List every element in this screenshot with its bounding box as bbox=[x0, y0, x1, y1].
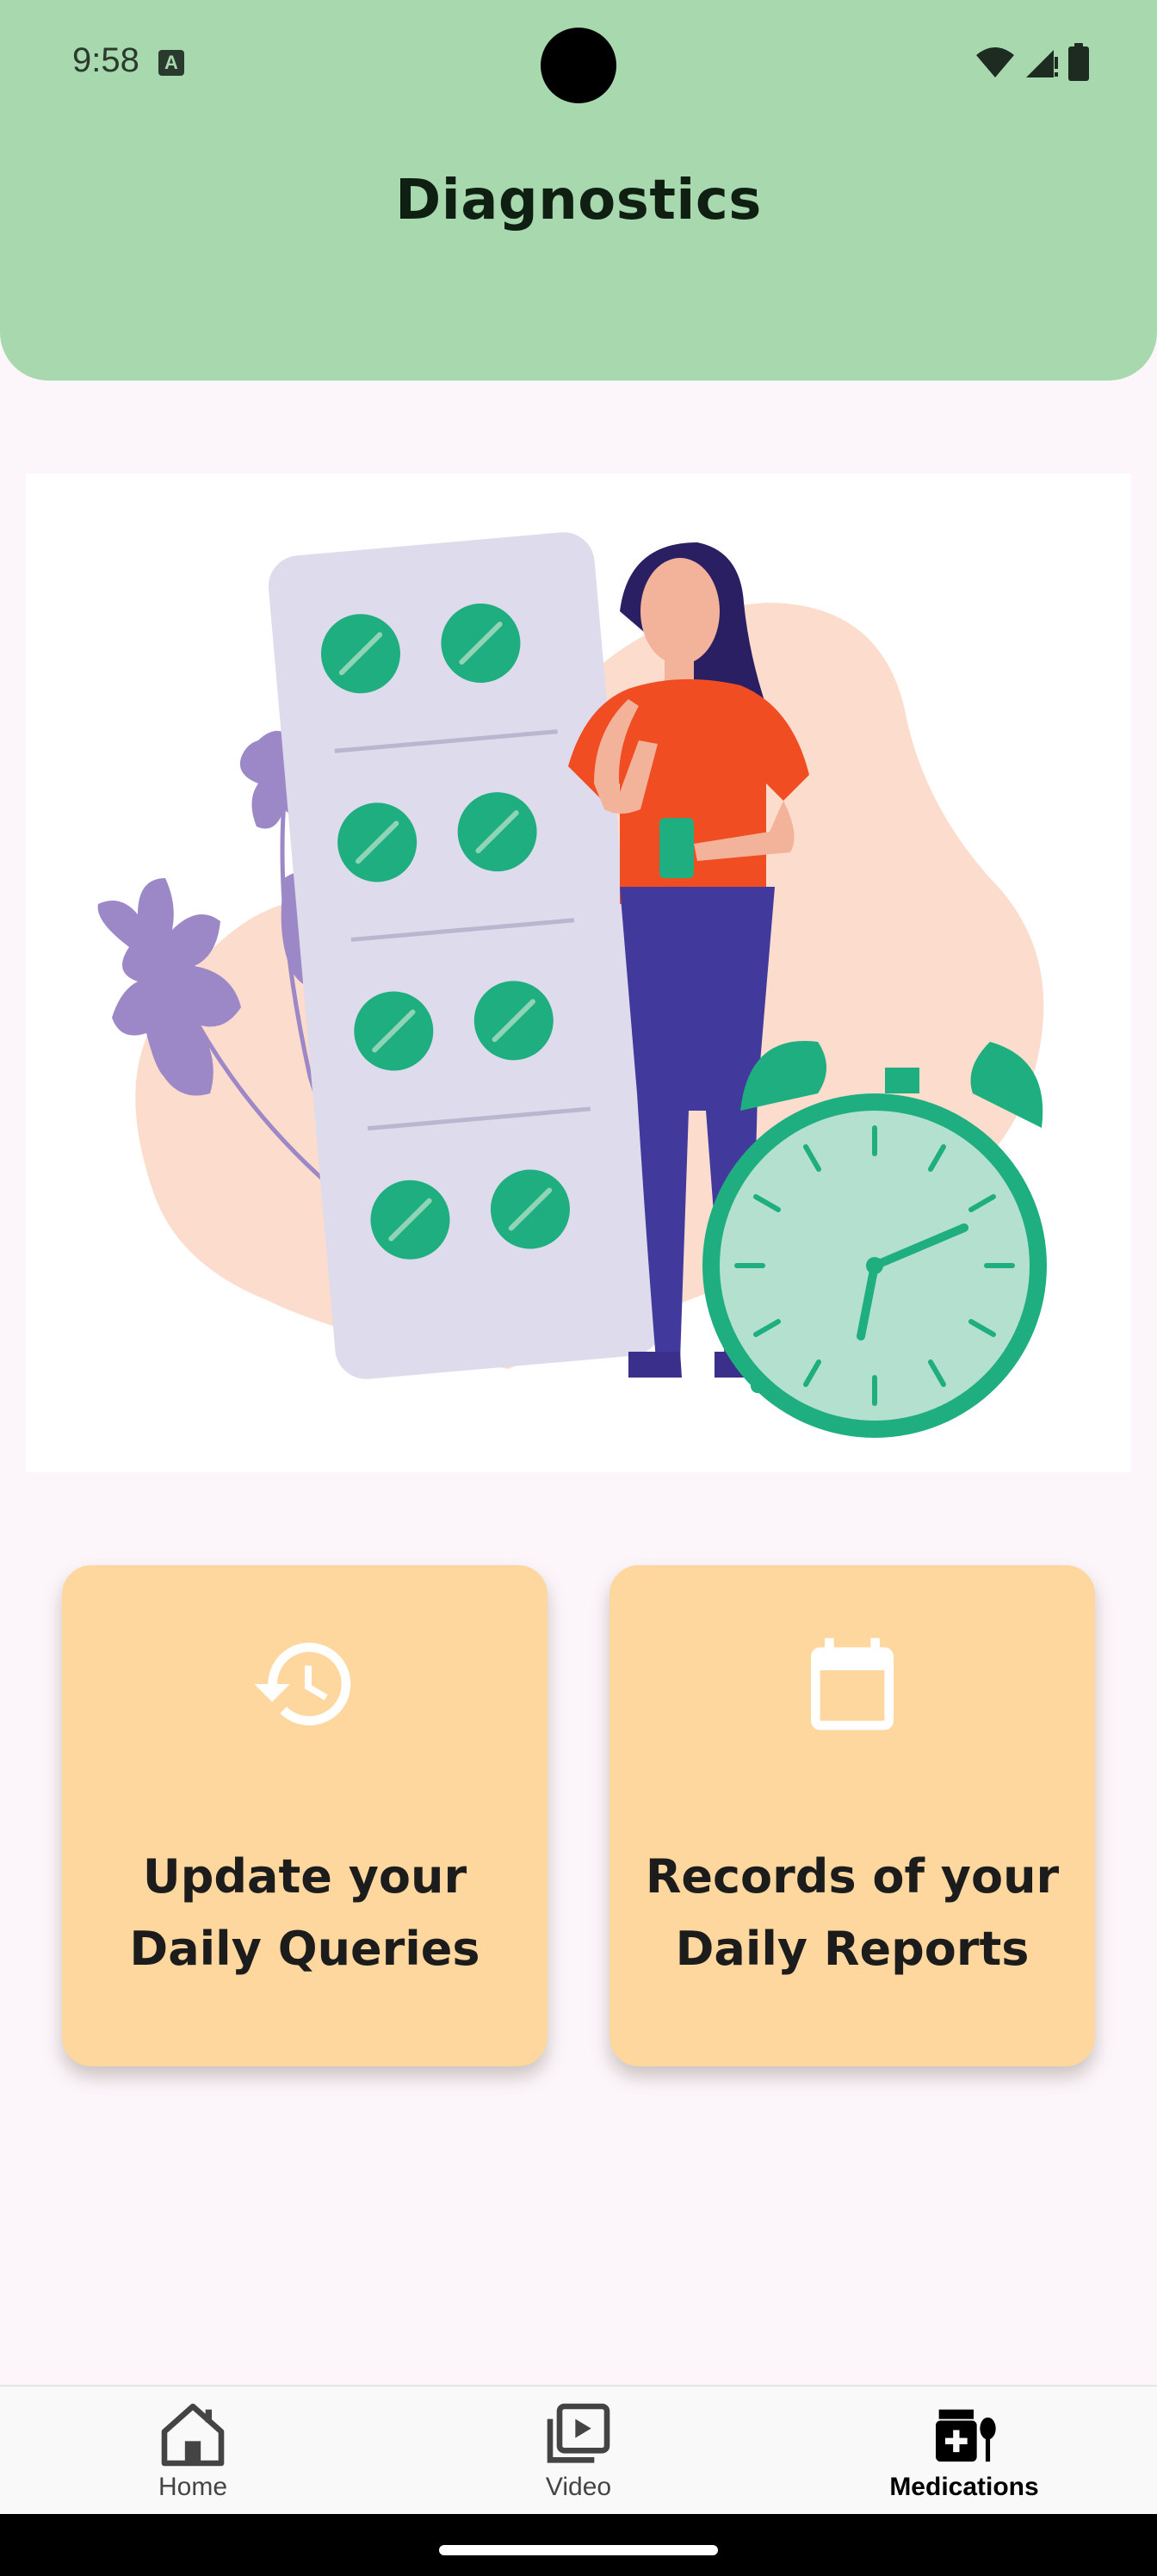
medication-illustration bbox=[26, 474, 1131, 1472]
nav-label-home: Home bbox=[158, 2473, 228, 2501]
history-icon bbox=[254, 1643, 351, 1725]
status-icons bbox=[974, 43, 1090, 81]
bottom-navigation: Home Video Medications bbox=[0, 2385, 1157, 2516]
card-label: Update your Daily Queries bbox=[129, 1849, 480, 1976]
medications-icon bbox=[936, 2409, 996, 2462]
gesture-handle[interactable] bbox=[439, 2545, 718, 2555]
wifi-icon bbox=[976, 47, 1014, 77]
battery-icon bbox=[1068, 43, 1089, 81]
nav-item-medications[interactable]: Medications bbox=[835, 2387, 1093, 2516]
page-title: Diagnostics bbox=[395, 169, 762, 232]
nav-label-medications: Medications bbox=[889, 2473, 1039, 2501]
card-label: Records of your Daily Reports bbox=[645, 1849, 1060, 1976]
header: 9:58 A Diagnostics bbox=[0, 0, 1157, 381]
camera-cutout bbox=[541, 28, 616, 103]
video-library-icon bbox=[547, 2403, 610, 2463]
status-time: 9:58 bbox=[72, 41, 139, 79]
home-icon bbox=[161, 2403, 225, 2467]
a-icon: A bbox=[158, 50, 184, 76]
signal-icon bbox=[1026, 50, 1058, 77]
update-daily-queries-card[interactable]: Update your Daily Queries bbox=[62, 1565, 548, 2066]
nav-label-video: Video bbox=[545, 2473, 612, 2501]
status-bar: 9:58 A bbox=[0, 0, 1157, 129]
daily-reports-records-card[interactable]: Records of your Daily Reports bbox=[609, 1565, 1095, 2066]
calendar-icon bbox=[811, 1638, 894, 1731]
woman-with-medication-and-alarm-clock-illustration bbox=[97, 532, 1047, 1438]
nav-item-home[interactable]: Home bbox=[64, 2387, 322, 2516]
nav-item-video[interactable]: Video bbox=[449, 2387, 708, 2516]
